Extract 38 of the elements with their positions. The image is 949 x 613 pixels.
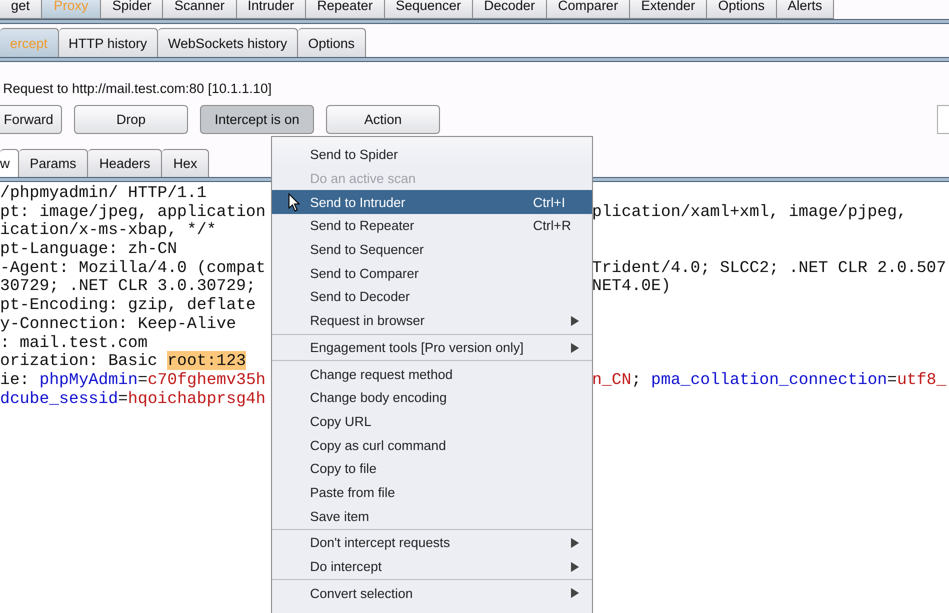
menu-item-label: Change request method xyxy=(310,366,453,382)
code-line: : mail.test.com xyxy=(0,332,148,352)
code-line: Trident/4.0; SLCC2; .NET CLR 2.0.507 xyxy=(592,258,946,277)
code-line: dcube_sessid=hqoichabprsg4h xyxy=(0,388,266,408)
menu-item-label: Do intercept xyxy=(310,559,382,574)
menu-item-label: Change body encoding xyxy=(310,390,447,406)
menu-item-label: Copy URL xyxy=(310,414,372,429)
shortcut-label: Ctrl+I xyxy=(533,194,566,210)
menu-item-label: Send to Decoder xyxy=(310,289,410,304)
code-line: pt-Language: zh-CN xyxy=(0,239,178,258)
menu-item-label: Request in browser xyxy=(310,313,425,328)
menu-item-label: Don't intercept requests xyxy=(310,535,450,550)
menu-item-label: Paste from file xyxy=(310,484,395,500)
code-line: /phpmyadmin/ HTTP/1.1 xyxy=(0,183,207,202)
code-line: ication/x-ms-xbap, */* xyxy=(0,220,216,240)
menu-item-label: Send to Spider xyxy=(310,147,398,162)
code-line: NET4.0E) xyxy=(592,276,671,296)
menu-item-label: Do an active scan xyxy=(310,171,416,186)
code-line: ie: phpMyAdmin=c70fghemv35h xyxy=(0,370,266,389)
menu-item-label: Send to Intruder xyxy=(310,194,406,210)
code-line: plication/xaml+xml, image/pjpeg, xyxy=(592,202,907,221)
code-line: pt: image/jpeg, application xyxy=(0,202,266,221)
menu-item-label: Copy as curl command xyxy=(310,438,446,453)
menu-item-label: Convert selection xyxy=(310,586,413,601)
menu-item-label: Save item xyxy=(310,508,370,524)
menu-item-label: Send to Comparer xyxy=(310,266,419,281)
code-line: pt-Encoding: gzip, deflate xyxy=(0,295,256,314)
menu-item-label: Send to Repeater xyxy=(310,218,414,234)
menu-item-label: Copy to file xyxy=(310,461,377,476)
shortcut-label: Ctrl+R xyxy=(533,218,572,234)
menu-item-label: Send to Sequencer xyxy=(310,242,424,258)
code-line: 30729; .NET CLR 3.0.30729; xyxy=(0,276,256,296)
code-line: orization: Basic root:123 xyxy=(0,351,246,370)
code-line: n_CN; pma_collation_connection=utf8_ xyxy=(592,370,946,389)
code-line: -Agent: Mozilla/4.0 (compat xyxy=(0,258,266,277)
menu-item-label: Engagement tools [Pro version only] xyxy=(310,340,524,355)
request-info: Request to http://mail.test.com:80 [10.1.1.10] xyxy=(3,81,272,96)
code-line: y-Connection: Keep-Alive xyxy=(0,314,236,333)
